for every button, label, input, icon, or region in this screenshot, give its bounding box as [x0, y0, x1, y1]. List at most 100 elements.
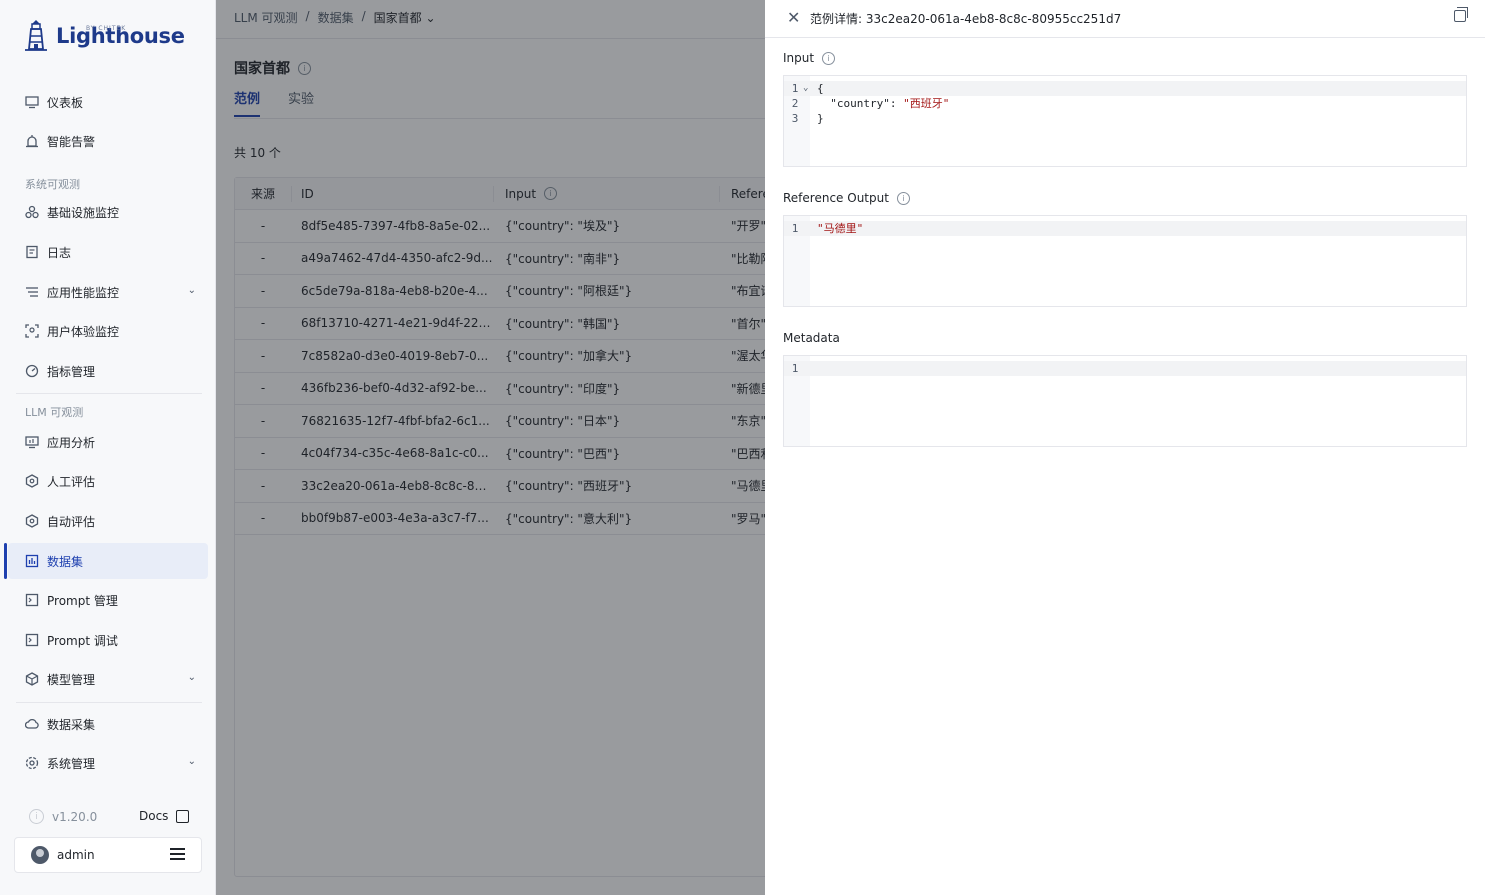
sidebar-item-app-analysis[interactable]: 应用分析 [8, 424, 208, 460]
user-menu[interactable]: admin [14, 837, 202, 873]
prompt-icon [24, 592, 40, 608]
sidebar-item-log[interactable]: 日志 [8, 234, 208, 270]
sidebar-item-label: 应用分析 [47, 435, 96, 450]
auto-eval-icon [24, 513, 40, 529]
version-text: v1.20.0 [52, 809, 98, 824]
sidebar-item-label: 日志 [47, 245, 72, 260]
sidebar-item-label: 数据采集 [47, 717, 96, 732]
fold-chevron-icon[interactable]: ⌄ [803, 81, 808, 96]
code-text: } [817, 112, 824, 125]
reference-output-label: Reference Output i [783, 191, 910, 205]
reference-output-editor[interactable]: 1 "马德里" [783, 215, 1467, 307]
prompt-debug-icon [24, 632, 40, 648]
info-icon[interactable]: i [896, 191, 910, 205]
docs-label: Docs [139, 809, 169, 823]
sidebar-item-collect[interactable]: 数据采集 [8, 706, 208, 742]
human-eval-icon [24, 473, 40, 489]
sidebar: Lighthouse BY CHITEK 仪表板 智能告警 系统可观测 基础设施… [0, 0, 216, 895]
input-label-text: Input [783, 51, 815, 65]
sidebar-item-auto-eval[interactable]: 自动评估 [8, 503, 208, 539]
sidebar-item-label: 智能告警 [47, 134, 96, 149]
sidebar-item-metrics[interactable]: 指标管理 [8, 353, 208, 389]
code-text: { [817, 82, 824, 95]
sidebar-item-label: 应用性能监控 [47, 285, 120, 300]
code-line: 1 "马德里" [784, 221, 1466, 236]
sidebar-item-rum[interactable]: 用户体验监控 [8, 313, 208, 349]
sidebar-item-dataset[interactable]: 数据集 [4, 543, 208, 579]
alarm-icon [24, 133, 40, 149]
analysis-icon [24, 434, 40, 450]
sidebar-item-human-eval[interactable]: 人工评估 [8, 463, 208, 499]
group-label-llm: LLM 可观测 [25, 406, 84, 419]
divider [16, 702, 202, 703]
avatar [31, 846, 49, 864]
code-line: 3 } [784, 111, 1466, 126]
sidebar-item-infra[interactable]: 基础设施监控 [8, 194, 208, 230]
sidebar-item-label: 人工评估 [47, 474, 96, 489]
rum-icon [24, 323, 40, 339]
sidebar-item-label: 指标管理 [47, 364, 96, 379]
metrics-icon [24, 363, 40, 379]
group-label-system: 系统可观测 [25, 178, 80, 191]
input-editor[interactable]: 1 ⌄ { 2 "country": "西班牙" 3 } [783, 75, 1467, 167]
info-icon: i [29, 809, 44, 824]
sidebar-item-label: 数据集 [47, 554, 84, 569]
chevron-down-icon: ⌄ [187, 756, 196, 767]
sidebar-item-label: Prompt 调试 [47, 633, 118, 648]
metadata-label-text: Metadata [783, 331, 840, 345]
lighthouse-logo[interactable]: Lighthouse [22, 18, 185, 54]
sidebar-item-prompt-debug[interactable]: Prompt 调试 [8, 622, 208, 658]
sidebar-item-system[interactable]: 系统管理 ⌄ [8, 745, 208, 781]
docs-link[interactable]: Docs [139, 809, 190, 823]
example-detail-drawer: ✕ 范例详情: 33c2ea20-061a-4eb8-8c8c-80955cc2… [765, 0, 1485, 895]
info-icon[interactable]: i [822, 51, 836, 65]
line-number: 1 [791, 222, 799, 235]
line-number: 2 [791, 97, 799, 110]
sidebar-item-label: 模型管理 [47, 672, 96, 687]
sidebar-item-label: Prompt 管理 [47, 593, 118, 608]
sidebar-item-model[interactable]: 模型管理 ⌄ [8, 661, 208, 697]
chevron-down-icon: ⌄ [187, 285, 196, 296]
version-info: i v1.20.0 [29, 809, 97, 824]
line-number: 3 [791, 112, 799, 125]
code-text: "country": "西班牙" [817, 96, 949, 111]
close-icon[interactable]: ✕ [787, 8, 800, 27]
sidebar-item-prompt[interactable]: Prompt 管理 [8, 582, 208, 618]
sidebar-item-label: 用户体验监控 [47, 324, 120, 339]
sidebar-item-label: 仪表板 [47, 95, 84, 110]
code-line: 2 "country": "西班牙" [784, 96, 1466, 111]
username: admin [57, 848, 95, 862]
collapse-menu-icon[interactable] [170, 848, 185, 861]
dashboard-icon [24, 94, 40, 110]
external-link-icon [176, 809, 190, 823]
reference-output-label-text: Reference Output [783, 191, 889, 205]
input-label: Input i [783, 51, 836, 65]
gear-icon [24, 755, 40, 771]
collect-icon [24, 716, 40, 732]
model-icon [24, 671, 40, 687]
divider [16, 393, 202, 394]
metadata-editor[interactable]: 1 [783, 355, 1467, 447]
drawer-header: ✕ 范例详情: 33c2ea20-061a-4eb8-8c8c-80955cc2… [765, 0, 1485, 38]
sidebar-item-label: 自动评估 [47, 514, 96, 529]
sidebar-item-dashboard[interactable]: 仪表板 [8, 84, 208, 120]
sidebar-item-alarm[interactable]: 智能告警 [8, 123, 208, 159]
json-string: "西班牙" [903, 97, 950, 110]
code-line: 1 ⌄ { [784, 81, 1466, 96]
copy-icon[interactable] [1454, 7, 1468, 22]
json-string: "马德里" [817, 222, 864, 235]
drawer-title: 范例详情: 33c2ea20-061a-4eb8-8c8c-80955cc251… [810, 12, 1122, 26]
infra-icon [24, 204, 40, 220]
sidebar-item-label: 基础设施监控 [47, 205, 120, 220]
line-number: 1 [791, 362, 799, 375]
log-icon [24, 244, 40, 260]
chevron-down-icon: ⌄ [187, 672, 196, 683]
dataset-icon [24, 553, 40, 569]
lighthouse-icon [25, 20, 47, 51]
sidebar-item-label: 系统管理 [47, 756, 96, 771]
sidebar-item-apm[interactable]: 应用性能监控 ⌄ [8, 274, 208, 310]
metadata-label: Metadata [783, 331, 840, 345]
code-line: 1 [784, 361, 1466, 376]
json-key: "country": [817, 97, 904, 110]
apm-icon [24, 284, 40, 300]
